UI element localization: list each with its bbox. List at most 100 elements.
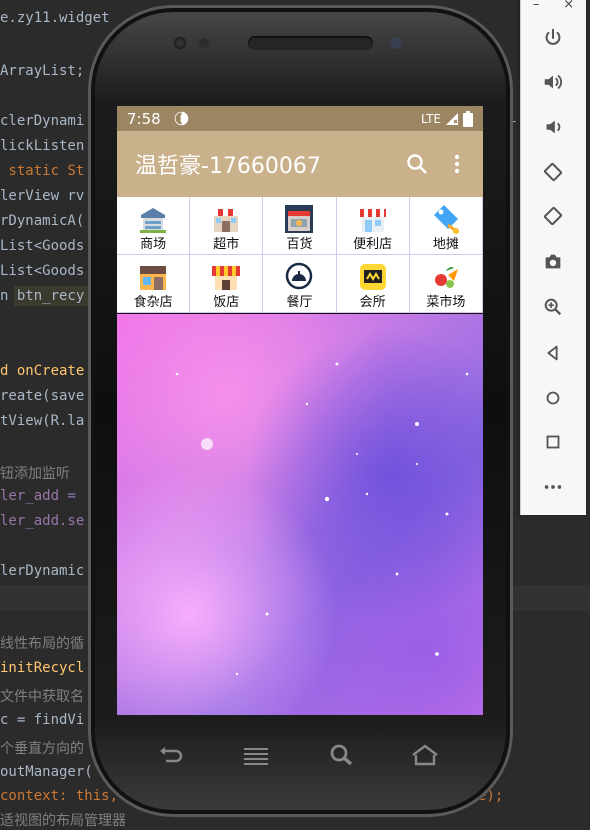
restaurant-icon: [212, 266, 241, 290]
emulator-toolbar: – ×: [520, 0, 586, 515]
category-item[interactable]: 百货: [263, 197, 337, 255]
hardware-menu-key[interactable]: [238, 740, 274, 770]
house-icon: [412, 744, 438, 766]
code-line: rDynamicA(: [0, 213, 85, 229]
category-label: 便利店: [353, 237, 393, 252]
category-item[interactable]: 饭店: [190, 255, 264, 313]
category-label: 超市: [213, 237, 240, 252]
volume-down-icon: [546, 120, 561, 134]
code-line: lerView rv: [0, 188, 85, 204]
hardware-search-key[interactable]: [323, 740, 359, 770]
rotate-left-icon: [543, 162, 563, 182]
code-line: 线性布局的循: [0, 636, 84, 652]
back-arrow-icon: [160, 747, 183, 763]
category-item[interactable]: 菜市场: [409, 255, 483, 313]
code-line: initRecycl: [0, 660, 85, 676]
back-icon: [547, 345, 558, 361]
more-vert-icon: [454, 154, 460, 174]
code-line: reate(save: [0, 388, 85, 404]
volume-up-icon: [544, 74, 562, 90]
mall-icon: [140, 208, 167, 233]
department-store-icon: [285, 205, 314, 233]
app-title: 温哲豪-17660067: [135, 154, 321, 179]
battery-icon: [463, 110, 473, 127]
code-line: n btn_recy: [0, 288, 85, 304]
app-notification-icon: [174, 111, 188, 126]
code-line: context: this,: [0, 788, 119, 804]
screenshot-button[interactable]: [535, 247, 571, 277]
status-bar: 7:58 LTE: [117, 106, 483, 131]
rotate-left-button[interactable]: [535, 157, 571, 187]
category-item[interactable]: 会所: [336, 255, 410, 313]
hardware-home-key[interactable]: [407, 740, 443, 770]
rotate-right-icon: [543, 206, 563, 226]
category-item[interactable]: 超市: [190, 197, 264, 255]
minimize-button[interactable]: –: [533, 0, 540, 14]
dining-icon: [286, 262, 313, 290]
code-line: 个垂直方向的: [0, 741, 84, 757]
code-line: ler_add =: [0, 488, 76, 504]
galaxy-background-image: [117, 314, 483, 715]
category-grid: 商场 超市 百货 便利店 地摊 食杂店 饭店 餐厅 会所 菜市场: [117, 197, 483, 313]
proximity-sensor: [390, 37, 402, 49]
zoom-icon: [544, 298, 562, 316]
magnifier-icon: [330, 744, 353, 766]
sensor: [199, 38, 209, 48]
grocery-icon: [140, 266, 167, 290]
menu-lines-icon: [244, 748, 268, 765]
more-icon: [544, 485, 562, 489]
power-button[interactable]: [535, 23, 571, 53]
rotate-right-button[interactable]: [535, 201, 571, 231]
price-tag-icon: [433, 205, 459, 234]
convenience-store-icon: [359, 209, 386, 232]
zoom-button[interactable]: [535, 292, 571, 322]
search-button[interactable]: [397, 144, 437, 184]
home-button[interactable]: [535, 383, 571, 413]
category-label: 食杂店: [133, 295, 173, 310]
code-line: clerDynami: [0, 113, 85, 129]
close-button[interactable]: ×: [563, 0, 574, 14]
vegetable-market-icon: [434, 267, 458, 288]
signal-icon: [446, 112, 458, 125]
back-button[interactable]: [535, 338, 571, 368]
code-line: List<Goods: [0, 263, 85, 279]
category-label: 商场: [140, 237, 167, 252]
volume-up-button[interactable]: [535, 67, 571, 97]
network-type: LTE: [421, 111, 441, 126]
supermarket-icon: [213, 209, 240, 232]
overview-button[interactable]: [535, 427, 571, 457]
app-toolbar: 温哲豪-17660067: [117, 131, 483, 197]
code-line: lerDynamic: [0, 563, 85, 579]
overflow-menu-button[interactable]: [437, 144, 477, 184]
volume-down-button[interactable]: [535, 112, 571, 142]
camera-icon: [545, 254, 561, 269]
category-label: 菜市场: [426, 295, 466, 310]
code-line: ler_add.se: [0, 513, 85, 529]
front-camera: [174, 37, 186, 49]
overview-icon: [546, 435, 560, 449]
category-label: 地摊: [432, 237, 459, 252]
code-line: 文件中获取名: [0, 689, 84, 705]
hardware-back-key[interactable]: [153, 740, 189, 770]
category-label: 会所: [359, 295, 386, 310]
code-line: d onCreate: [0, 363, 85, 379]
code-line: tView(R.la: [0, 413, 85, 429]
code-line: c = findVi: [0, 712, 85, 728]
status-time: 7:58: [127, 109, 161, 128]
code-line: List<Goods: [0, 238, 85, 254]
category-item[interactable]: 食杂店: [117, 255, 191, 313]
home-icon: [546, 391, 560, 405]
category-item[interactable]: 地摊: [409, 197, 483, 255]
club-icon: [359, 264, 386, 290]
category-label: 餐厅: [286, 295, 313, 310]
category-label: 百货: [286, 237, 313, 252]
category-item[interactable]: 餐厅: [263, 255, 337, 313]
category-item[interactable]: 商场: [117, 197, 191, 255]
code-line: ArrayList;: [0, 63, 85, 79]
device-screen: 7:58 LTE 温哲豪-17660067 商场 超市 百货 便利店 地摊 食杂…: [117, 106, 483, 715]
more-button[interactable]: [535, 472, 571, 502]
category-label: 饭店: [213, 295, 240, 310]
code-line: lickListen: [0, 138, 85, 154]
category-item[interactable]: 便利店: [336, 197, 410, 255]
stars: [175, 362, 469, 676]
